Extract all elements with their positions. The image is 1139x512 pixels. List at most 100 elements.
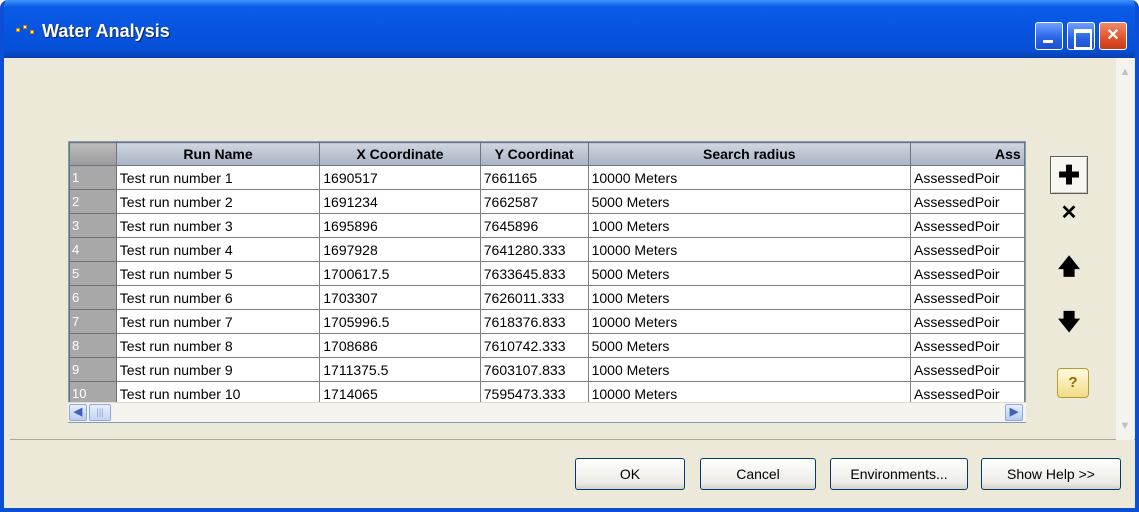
- cell-assessed[interactable]: AssessedPoir: [910, 309, 1025, 334]
- row-number[interactable]: 8: [69, 333, 117, 358]
- cell-assessed[interactable]: AssessedPoir: [910, 261, 1025, 286]
- scroll-thumb[interactable]: |||: [89, 404, 111, 421]
- row-number[interactable]: 4: [69, 237, 117, 262]
- cell-y-coordinate[interactable]: 7603107.833: [479, 357, 589, 382]
- cell-run-name[interactable]: Test run number 6: [115, 285, 321, 310]
- row-number[interactable]: 6: [69, 285, 117, 310]
- cell-assessed[interactable]: AssessedPoir: [910, 333, 1025, 358]
- water-analysis-window: Water Analysis ✕ ▲ ▼ Run Name X Coordina…: [0, 0, 1139, 512]
- grid-horizontal-scrollbar[interactable]: ◀ ||| ▶: [68, 402, 1026, 422]
- column-header-y-coordinate[interactable]: Y Coordinat: [479, 142, 589, 166]
- cell-run-name[interactable]: Test run number 7: [115, 309, 321, 334]
- column-header-x-coordinate[interactable]: X Coordinate: [319, 142, 481, 166]
- cell-y-coordinate[interactable]: 7610742.333: [479, 333, 589, 358]
- cell-x-coordinate[interactable]: 1705996.5: [319, 309, 481, 334]
- column-header-run-name[interactable]: Run Name: [115, 142, 321, 166]
- runs-grid: Run Name X Coordinate Y Coordinat Search…: [68, 141, 1026, 423]
- cell-search-radius[interactable]: 1000 Meters: [587, 213, 912, 238]
- table-row[interactable]: 5 Test run number 5 1700617.5 7633645.83…: [69, 261, 1025, 286]
- table-row[interactable]: 9 Test run number 9 1711375.5 7603107.83…: [69, 357, 1025, 382]
- table-header-row: Run Name X Coordinate Y Coordinat Search…: [69, 142, 1025, 166]
- table-row[interactable]: 6 Test run number 6 1703307 7626011.333 …: [69, 285, 1025, 310]
- column-header-assessed[interactable]: Ass: [910, 142, 1025, 166]
- corner-header[interactable]: [69, 142, 117, 166]
- cell-assessed[interactable]: AssessedPoir: [910, 237, 1025, 262]
- table-row[interactable]: 7 Test run number 7 1705996.5 7618376.83…: [69, 309, 1025, 334]
- cell-run-name[interactable]: Test run number 2: [115, 189, 321, 214]
- scroll-down-icon[interactable]: ▼: [1117, 418, 1133, 434]
- arrow-up-icon: 🡅: [1057, 254, 1081, 279]
- environments-button[interactable]: Environments...: [830, 458, 968, 490]
- show-help-button[interactable]: Show Help >>: [981, 458, 1121, 490]
- close-button[interactable]: ✕: [1099, 22, 1127, 50]
- cell-y-coordinate[interactable]: 7641280.333: [479, 237, 589, 262]
- maximize-button[interactable]: [1067, 22, 1095, 50]
- scroll-left-icon[interactable]: ◀: [69, 404, 87, 421]
- title-bar[interactable]: Water Analysis ✕: [4, 0, 1135, 58]
- row-number[interactable]: 3: [69, 213, 117, 238]
- cell-search-radius[interactable]: 5000 Meters: [587, 333, 912, 358]
- cell-y-coordinate[interactable]: 7645896: [479, 213, 589, 238]
- cell-search-radius[interactable]: 10000 Meters: [587, 237, 912, 262]
- row-number[interactable]: 7: [69, 309, 117, 334]
- help-button[interactable]: ?: [1057, 368, 1089, 398]
- x-icon: ✕: [1060, 202, 1078, 224]
- move-up-button[interactable]: 🡅: [1050, 249, 1088, 287]
- cell-search-radius[interactable]: 5000 Meters: [587, 189, 912, 214]
- ok-button[interactable]: OK: [575, 458, 685, 490]
- add-row-button[interactable]: ✚: [1050, 156, 1088, 194]
- cell-run-name[interactable]: Test run number 9: [115, 357, 321, 382]
- cell-run-name[interactable]: Test run number 8: [115, 333, 321, 358]
- cell-assessed[interactable]: AssessedPoir: [910, 213, 1025, 238]
- cell-search-radius[interactable]: 10000 Meters: [587, 165, 912, 190]
- cell-assessed[interactable]: AssessedPoir: [910, 285, 1025, 310]
- window-title: Water Analysis: [42, 21, 170, 41]
- cell-x-coordinate[interactable]: 1697928: [319, 237, 481, 262]
- cell-assessed[interactable]: AssessedPoir: [910, 165, 1025, 190]
- cell-y-coordinate[interactable]: 7626011.333: [479, 285, 589, 310]
- table-row[interactable]: 1 Test run number 1 1690517 7661165 1000…: [69, 165, 1025, 190]
- cell-search-radius[interactable]: 5000 Meters: [587, 261, 912, 286]
- cell-x-coordinate[interactable]: 1708686: [319, 333, 481, 358]
- cell-x-coordinate[interactable]: 1703307: [319, 285, 481, 310]
- cell-y-coordinate[interactable]: 7662587: [479, 189, 589, 214]
- panel-vertical-scrollbar[interactable]: ▲ ▼: [1116, 58, 1134, 440]
- cell-x-coordinate[interactable]: 1691234: [319, 189, 481, 214]
- table-row[interactable]: 8 Test run number 8 1708686 7610742.333 …: [69, 333, 1025, 358]
- cell-y-coordinate[interactable]: 7618376.833: [479, 309, 589, 334]
- runs-table: Run Name X Coordinate Y Coordinat Search…: [69, 142, 1025, 406]
- cell-assessed[interactable]: AssessedPoir: [910, 189, 1025, 214]
- cell-search-radius[interactable]: 1000 Meters: [587, 285, 912, 310]
- arrow-down-icon: 🡇: [1057, 309, 1081, 334]
- cell-search-radius[interactable]: 1000 Meters: [587, 357, 912, 382]
- row-number[interactable]: 1: [69, 165, 117, 190]
- minimize-button[interactable]: [1035, 22, 1063, 50]
- scroll-right-icon[interactable]: ▶: [1005, 404, 1023, 421]
- table-row[interactable]: 2 Test run number 2 1691234 7662587 5000…: [69, 189, 1025, 214]
- cell-x-coordinate[interactable]: 1695896: [319, 213, 481, 238]
- app-icon: [16, 24, 38, 36]
- scroll-up-icon[interactable]: ▲: [1117, 64, 1133, 80]
- row-number[interactable]: 9: [69, 357, 117, 382]
- question-icon: ?: [1068, 374, 1078, 391]
- cell-x-coordinate[interactable]: 1711375.5: [319, 357, 481, 382]
- cell-x-coordinate[interactable]: 1700617.5: [319, 261, 481, 286]
- cell-assessed[interactable]: AssessedPoir: [910, 357, 1025, 382]
- cell-run-name[interactable]: Test run number 4: [115, 237, 321, 262]
- cell-search-radius[interactable]: 10000 Meters: [587, 309, 912, 334]
- cell-y-coordinate[interactable]: 7633645.833: [479, 261, 589, 286]
- move-down-button[interactable]: 🡇: [1050, 304, 1088, 342]
- cancel-button[interactable]: Cancel: [700, 458, 816, 490]
- cell-y-coordinate[interactable]: 7661165: [479, 165, 589, 190]
- cell-run-name[interactable]: Test run number 5: [115, 261, 321, 286]
- delete-row-button[interactable]: ✕: [1050, 195, 1088, 233]
- table-row[interactable]: 3 Test run number 3 1695896 7645896 1000…: [69, 213, 1025, 238]
- column-header-search-radius[interactable]: Search radius: [587, 142, 912, 166]
- plus-icon: ✚: [1058, 160, 1080, 190]
- cell-run-name[interactable]: Test run number 3: [115, 213, 321, 238]
- row-number[interactable]: 2: [69, 189, 117, 214]
- table-row[interactable]: 4 Test run number 4 1697928 7641280.333 …: [69, 237, 1025, 262]
- row-number[interactable]: 5: [69, 261, 117, 286]
- cell-run-name[interactable]: Test run number 1: [115, 165, 321, 190]
- cell-x-coordinate[interactable]: 1690517: [319, 165, 481, 190]
